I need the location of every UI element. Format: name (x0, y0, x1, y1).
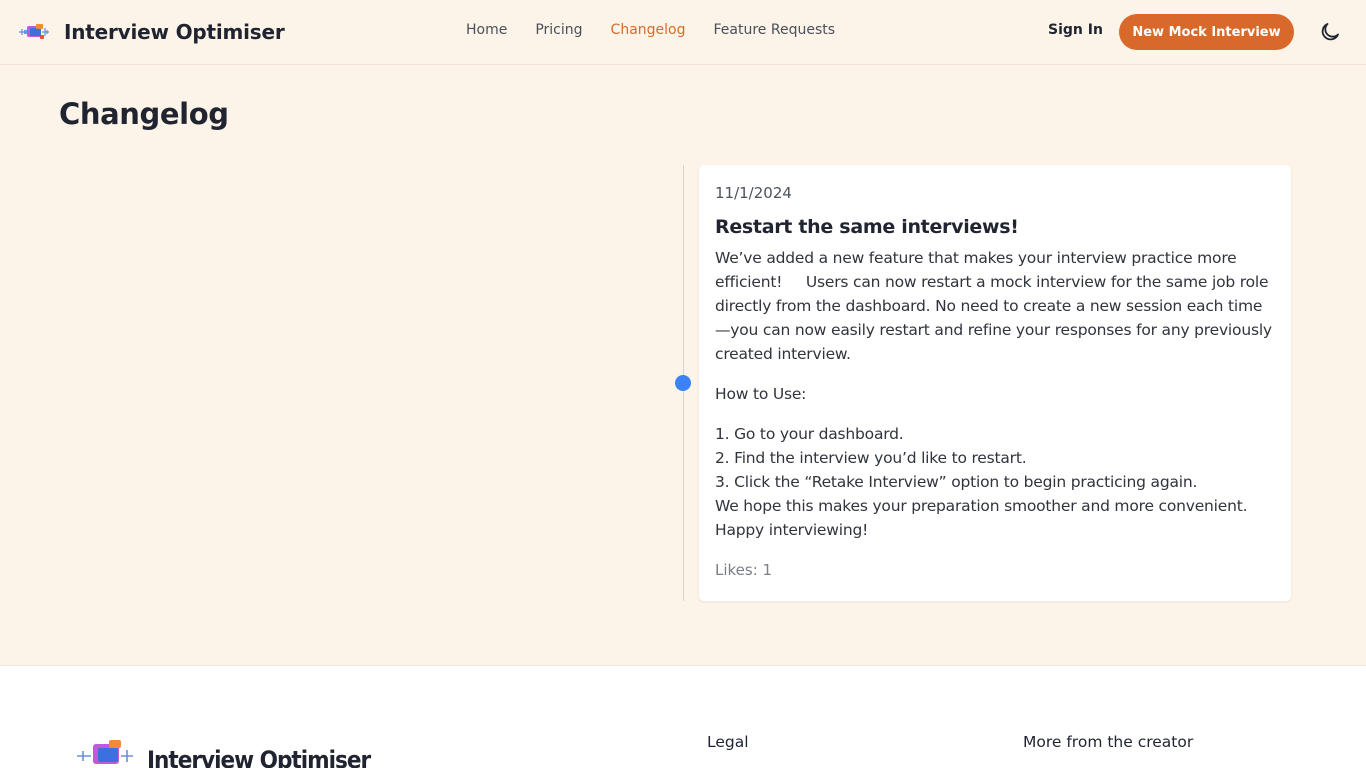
moon-icon[interactable] (1318, 20, 1342, 44)
footer-more-title: More from the creator (1023, 733, 1194, 751)
sign-in-button[interactable]: Sign In (1048, 22, 1103, 38)
entry-howto-heading: How to Use: (715, 385, 807, 403)
timeline-dot (675, 375, 691, 391)
nav-home[interactable]: Home (466, 22, 507, 38)
main-nav: Home Pricing Changelog Feature Requests (466, 22, 863, 38)
top-navbar: Interview Optimiser Home Pricing Changel… (0, 0, 1366, 65)
footer: Interview Optimiser Legal More from the … (0, 665, 1366, 768)
entry-closing: We hope this makes your preparation smoo… (715, 497, 1248, 539)
entry-body: We’ve added a new feature that makes you… (715, 246, 1275, 542)
changelog-entry-card: 11/1/2024 Restart the same interviews! W… (699, 165, 1291, 601)
nav-changelog[interactable]: Changelog (611, 22, 686, 38)
logo-icon (19, 24, 49, 39)
entry-title: Restart the same interviews! (715, 216, 1019, 238)
new-mock-interview-button[interactable]: New Mock Interview (1119, 14, 1294, 50)
footer-logo-icon (77, 740, 133, 764)
entry-intro: We’ve added a new feature that makes you… (715, 249, 1272, 363)
brand-name: Interview Optimiser (64, 20, 285, 44)
entry-date: 11/1/2024 (715, 184, 792, 202)
brand[interactable]: Interview Optimiser (18, 16, 285, 48)
list-item: 2. Find the interview you’d like to rest… (715, 449, 1027, 467)
likes-count: Likes: 1 (715, 561, 773, 579)
footer-brand: Interview Optimiser (147, 746, 371, 768)
page-title: Changelog (59, 97, 229, 131)
nav-pricing[interactable]: Pricing (535, 22, 582, 38)
entry-steps: 1. Go to your dashboard. 2. Find the int… (715, 422, 1275, 494)
list-item: 3. Click the “Retake Interview” option t… (715, 473, 1198, 491)
list-item: 1. Go to your dashboard. (715, 425, 904, 443)
footer-legal-title: Legal (707, 733, 749, 751)
nav-feature-requests[interactable]: Feature Requests (714, 22, 836, 38)
